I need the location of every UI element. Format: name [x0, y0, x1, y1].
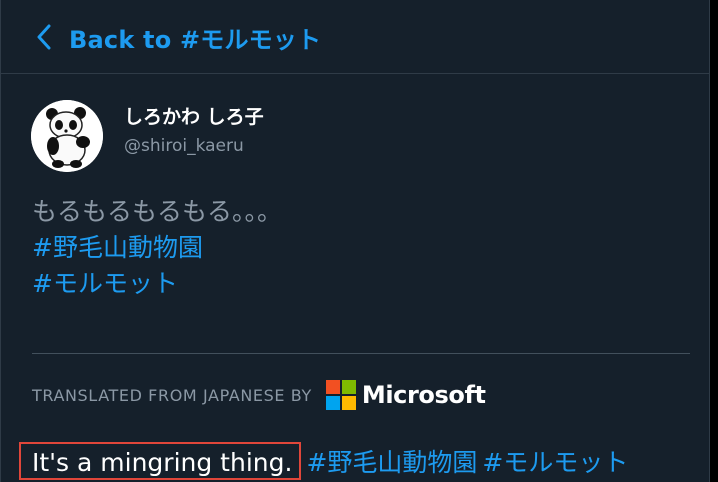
translation-provider: Microsoft — [361, 381, 486, 409]
hashtag-link[interactable]: #野毛山動物園 — [32, 233, 203, 262]
tweet-body: もるもるもるもる。。。 #野毛山動物園 #モルモット — [32, 194, 282, 302]
translation-attribution: TRANSLATED FROM JAPANESE BY Microsoft — [32, 378, 486, 412]
hashtag-link[interactable]: #野毛山動物園 — [306, 443, 477, 479]
translated-text: It's a mingring thing. — [19, 442, 302, 480]
author-display-name[interactable]: しろかわ しろ子 — [124, 102, 264, 129]
back-button[interactable]: Back to #モルモット — [37, 18, 321, 56]
panda-icon — [31, 100, 103, 172]
author-username[interactable]: @shiroi_kaeru — [124, 136, 244, 156]
back-label: Back to #モルモット — [69, 25, 322, 54]
hashtag-link[interactable]: #モルモット — [32, 269, 178, 298]
divider — [32, 353, 690, 354]
tweet-text: もるもるもるもる。。。 — [32, 197, 283, 226]
avatar[interactable] — [31, 100, 103, 172]
header: Back to #モルモット — [1, 0, 709, 74]
microsoft-logo-icon — [325, 380, 356, 410]
tweet-panel: Back to #モルモット しろかわ しろ子 @shiroi_kaeru もる… — [0, 0, 710, 482]
hashtag-link[interactable]: #モルモット — [482, 443, 628, 479]
translated-tweet: It's a mingring thing. #野毛山動物園 #モルモット — [19, 441, 628, 481]
chevron-left-icon — [37, 24, 51, 50]
translated-label: TRANSLATED FROM JAPANESE BY — [32, 385, 312, 405]
